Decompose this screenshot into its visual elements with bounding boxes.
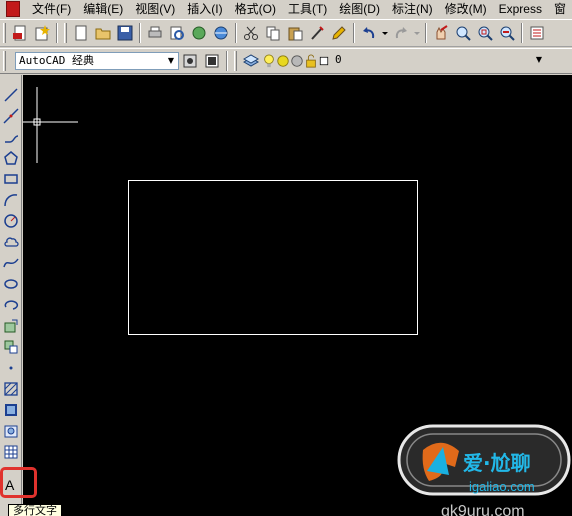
watermark-brand: 爱·尬聊: [463, 451, 531, 475]
paste-icon[interactable]: [284, 22, 306, 44]
revision-cloud-icon[interactable]: [1, 232, 21, 252]
point-icon[interactable]: [1, 358, 21, 378]
properties-icon[interactable]: [526, 22, 548, 44]
block-editor-icon[interactable]: [328, 22, 350, 44]
zoom-realtime-icon[interactable]: [452, 22, 474, 44]
chevron-down-icon[interactable]: ▼: [532, 52, 546, 68]
print-icon[interactable]: [144, 22, 166, 44]
chevron-down-icon[interactable]: ▼: [164, 53, 178, 69]
table-icon[interactable]: [1, 442, 21, 462]
menu-file[interactable]: 文件(F): [26, 1, 77, 17]
menu-edit[interactable]: 编辑(E): [77, 1, 129, 17]
cut-icon[interactable]: [240, 22, 262, 44]
arc-icon[interactable]: [1, 190, 21, 210]
copy-icon[interactable]: [262, 22, 284, 44]
layer-dropdown[interactable]: 0 ▼: [332, 52, 546, 70]
publish-icon[interactable]: [188, 22, 210, 44]
layer-freeze-icon[interactable]: [276, 50, 290, 72]
watermark-url: igaliao.com: [469, 479, 535, 494]
tooltip: 多行文字: [8, 504, 62, 516]
spline-icon[interactable]: [1, 253, 21, 273]
star-icon[interactable]: [31, 22, 53, 44]
redo-icon[interactable]: [390, 22, 412, 44]
toolbar-grip[interactable]: [3, 23, 6, 43]
zoom-previous-icon[interactable]: [496, 22, 518, 44]
autocad-app-icon[interactable]: [6, 1, 20, 17]
multiline-text-highlight: [0, 467, 37, 498]
drawn-rectangle[interactable]: [128, 180, 418, 335]
layer-lock-icon[interactable]: [304, 50, 318, 72]
save-icon[interactable]: [114, 22, 136, 44]
standard-toolbar: [0, 19, 572, 47]
polyline-icon[interactable]: [1, 127, 21, 147]
rectangle-icon[interactable]: [1, 169, 21, 189]
construction-line-icon[interactable]: [1, 106, 21, 126]
polygon-icon[interactable]: [1, 148, 21, 168]
layer-viewport-icon[interactable]: [290, 50, 304, 72]
match-properties-icon[interactable]: [306, 22, 328, 44]
plot-preview-icon[interactable]: [166, 22, 188, 44]
hatch-icon[interactable]: [1, 379, 21, 399]
draw-toolbar: A: [0, 75, 22, 516]
watermark-bottom-text: qk9uru.com: [441, 503, 525, 516]
redo-dropdown-icon[interactable]: [412, 22, 422, 44]
undo-icon[interactable]: [358, 22, 380, 44]
ellipse-arc-icon[interactable]: [1, 295, 21, 315]
pan-icon[interactable]: [430, 22, 452, 44]
layer-on-icon[interactable]: [262, 50, 276, 72]
drawing-area: 爱·尬聊 igaliao.com qk9uru.com: [23, 87, 571, 516]
menu-tools[interactable]: 工具(T): [282, 1, 333, 17]
pdf-icon[interactable]: [9, 22, 31, 44]
menu-view[interactable]: 视图(V): [129, 1, 181, 17]
menu-draw[interactable]: 绘图(D): [333, 1, 386, 17]
workspace-value: AutoCAD 经典: [19, 54, 94, 67]
ellipse-icon[interactable]: [1, 274, 21, 294]
workspace-layer-toolbar: AutoCAD 经典 ▼ 0 ▼: [0, 48, 572, 74]
menu-express[interactable]: Express: [493, 1, 548, 17]
menu-insert[interactable]: 插入(I): [181, 1, 228, 17]
menu-dimension[interactable]: 标注(N): [386, 1, 439, 17]
menu-window[interactable]: 窗: [548, 1, 572, 17]
region-icon[interactable]: [1, 421, 21, 441]
autocad-window: 文件(F) 编辑(E) 视图(V) 插入(I) 格式(O) 工具(T) 绘图(D…: [0, 0, 572, 516]
workspace-save-icon[interactable]: [201, 50, 223, 72]
gradient-icon[interactable]: [1, 400, 21, 420]
menu-format[interactable]: 格式(O): [229, 1, 282, 17]
crosshair-cursor: [23, 87, 78, 163]
layer-properties-icon[interactable]: [240, 50, 262, 72]
insert-block-icon[interactable]: [1, 316, 21, 336]
menu-modify[interactable]: 修改(M): [439, 1, 493, 17]
3d-dwf-icon[interactable]: [210, 22, 232, 44]
layer-color-icon[interactable]: [318, 50, 330, 72]
toolbar-grip[interactable]: [3, 51, 6, 71]
menu-bar: 文件(F) 编辑(E) 视图(V) 插入(I) 格式(O) 工具(T) 绘图(D…: [0, 0, 572, 18]
drawing-canvas[interactable]: 爱·尬聊 igaliao.com qk9uru.com: [23, 75, 572, 516]
undo-dropdown-icon[interactable]: [380, 22, 390, 44]
layer-value: 0: [335, 53, 342, 66]
workspace-settings-icon[interactable]: [179, 50, 201, 72]
zoom-window-icon[interactable]: [474, 22, 496, 44]
circle-icon[interactable]: [1, 211, 21, 231]
open-icon[interactable]: [92, 22, 114, 44]
workspace-dropdown[interactable]: AutoCAD 经典 ▼: [15, 52, 179, 70]
make-block-icon[interactable]: [1, 337, 21, 357]
new-icon[interactable]: [70, 22, 92, 44]
line-icon[interactable]: [1, 85, 21, 105]
